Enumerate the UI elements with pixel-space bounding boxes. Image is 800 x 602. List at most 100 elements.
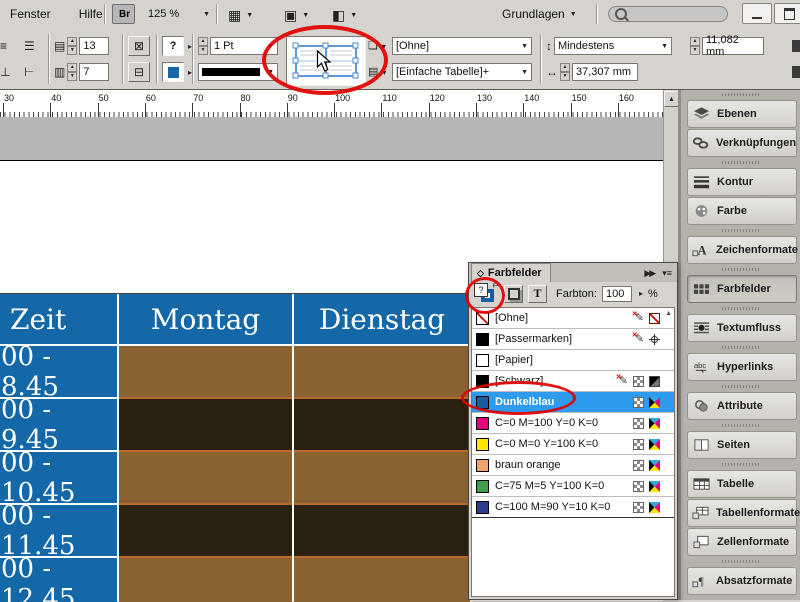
dock-item-farbfelder[interactable]: Farbfelder [687, 275, 797, 303]
dock-item-textumfluss[interactable]: Textumfluss [687, 314, 797, 342]
dock-item-absatzformate[interactable]: ¶Absatzformate [687, 567, 797, 595]
column-width-field[interactable]: 37,307 mm [572, 63, 638, 81]
scroll-up-button[interactable]: ▲ [664, 91, 679, 107]
bridge-button[interactable]: Br [112, 4, 135, 24]
panel-menu-icon[interactable]: ▾≡ [662, 268, 672, 279]
dock-item-label: Farbfelder [717, 283, 771, 295]
workspace-dropdown[interactable]: Grundlagen ▼ [502, 4, 577, 24]
dock-item-farbe[interactable]: Farbe [687, 197, 797, 225]
minimize-button[interactable] [742, 3, 772, 24]
stroke-color-button[interactable]: ? [162, 36, 184, 56]
fill-proxy-icon[interactable]: ? [474, 283, 488, 297]
stroke-type-dropdown[interactable]: ▼ [198, 63, 278, 81]
dock-item-label: Zeichenformate [716, 244, 798, 256]
table-style-dropdown[interactable]: [Einfache Tabelle]+ ▼ [392, 63, 532, 81]
color-mode-icon [633, 460, 644, 471]
column-width-stepper[interactable]: ▲▼ [560, 63, 570, 81]
timetable[interactable]: ZeitMontagDienstag00 - 8.4500 - 9.4500 -… [0, 293, 470, 602]
swatch-row-braunorange[interactable]: braun orange [472, 455, 674, 476]
tint-field[interactable]: 100 [602, 286, 632, 302]
panel-group-grip[interactable] [681, 158, 800, 167]
stroke-weight-stepper[interactable]: ▲▼ [198, 37, 208, 55]
dock-item-label: Verknüpfungen [716, 137, 796, 149]
zoom-level-value: 125 % [148, 8, 179, 20]
rows-count-field[interactable]: 13 [79, 37, 109, 55]
formatting-affects-container-button[interactable] [504, 285, 523, 303]
dock-item-tabelle[interactable]: Tabelle [687, 470, 797, 498]
dock-item-zellenformate[interactable]: Zellenformate [687, 528, 797, 556]
row-height-field[interactable]: 11,082 mm [702, 37, 764, 55]
valign-center-icon[interactable]: ☰ [24, 40, 35, 52]
rows-stepper[interactable]: ▲▼ [67, 37, 77, 55]
dock-item-tabellenformate[interactable]: Tabellenformate [687, 499, 797, 527]
panel-group-grip[interactable] [681, 460, 800, 469]
dock-item-kontur[interactable]: Kontur [687, 168, 797, 196]
swatch-row-dunkelblau[interactable]: Dunkelblau [472, 392, 674, 413]
dock-item-ebenen[interactable]: Ebenen [687, 100, 797, 128]
maximize-button[interactable] [774, 3, 800, 24]
screen-mode-dropdown[interactable]: ◧ ▼ [332, 5, 357, 25]
menu-item-fenster[interactable]: Fenster [10, 7, 51, 21]
collapse-to-icons-icon[interactable]: ▶▶ [644, 268, 654, 279]
swatch-row-c75m5y100k0[interactable]: C=75 M=5 Y=100 K=0 [472, 476, 674, 497]
schedule-cell [294, 558, 470, 602]
zoom-level-dropdown[interactable]: 125 % ▼ [148, 4, 210, 24]
row-height-mode-dropdown[interactable]: Mindestens ▼ [554, 37, 672, 55]
panel-group-grip[interactable] [681, 421, 800, 430]
swatch-name: Dunkelblau [495, 396, 554, 408]
panel-group-grip[interactable] [681, 343, 800, 352]
dock-item-attribute[interactable]: Attribute [687, 392, 797, 420]
panel-group-grip[interactable] [681, 304, 800, 313]
columns-stepper[interactable]: ▲▼ [67, 63, 77, 81]
swatch-row-passermarken[interactable]: [Passermarken]✎ [472, 329, 674, 350]
swatch-row-c0m100y0k0[interactable]: C=0 M=100 Y=0 K=0 [472, 413, 674, 434]
dock-item-verknüpfungen[interactable]: Verknüpfungen [687, 129, 797, 157]
valign-top-icon[interactable]: ≡ [0, 40, 7, 52]
pages-view-dropdown[interactable]: ▦ ▼ [228, 5, 253, 25]
panel-group-grip[interactable] [681, 265, 800, 274]
rotate-text-90-icon[interactable]: ⊢ [24, 66, 34, 78]
stroke-weight-dropdown[interactable]: 1 Pt ▼ [210, 37, 278, 55]
view-options-dropdown[interactable]: ▣ ▼ [284, 5, 309, 25]
swatch-row-c0m0y100k0[interactable]: C=0 M=0 Y=100 K=0 [472, 434, 674, 455]
panel-group-grip[interactable] [681, 557, 800, 566]
swatch-row-papier[interactable]: [Papier] [472, 350, 674, 371]
formatting-affects-text-button[interactable]: T [528, 285, 547, 303]
chevron-down-icon: ▼ [243, 12, 253, 19]
swatch-row-ohne[interactable]: [Ohne]✎ [472, 308, 674, 329]
cell-style-dropdown[interactable]: [Ohne] ▼ [392, 37, 532, 55]
columns-count-field[interactable]: 7 [79, 63, 109, 81]
swatch-row-schwarz[interactable]: [Schwarz]✎ [472, 371, 674, 392]
swatch-row-c100m90y10k0[interactable]: C=100 M=90 Y=10 K=0 [472, 497, 674, 518]
ruler-label: 160 [619, 93, 634, 103]
fill-stroke-proxy[interactable]: ? ⇄ [473, 283, 499, 305]
frame-view-icon: ▣ [284, 8, 297, 22]
split-cells-button[interactable]: ⊟ [128, 62, 150, 82]
schedule-cell [119, 452, 292, 505]
merge-cells-button[interactable]: ⊠ [128, 36, 150, 56]
list-scroll-up-icon[interactable]: ▲ [665, 310, 672, 317]
panel-group-grip[interactable] [681, 382, 800, 391]
cell-style-icon[interactable]: ❏ [368, 41, 378, 52]
dock-item-label: Tabellenformate [716, 507, 800, 519]
dock-item-label: Tabelle [717, 478, 754, 490]
rotate-text-icon[interactable]: ⊥ [0, 66, 10, 78]
cell-fill-color-button[interactable] [162, 62, 184, 82]
dock-item-hyperlinks[interactable]: abcHyperlinks [687, 353, 797, 381]
table-style-icon[interactable]: ▤ [368, 67, 378, 78]
swatch-chip [476, 480, 489, 493]
row-height-stepper[interactable]: ▲▼ [690, 37, 700, 55]
panel-collapse-icon[interactable]: ◇ [477, 268, 484, 279]
para-styles-icon: ¶ [692, 574, 709, 588]
search-input[interactable] [608, 6, 728, 22]
dock-item-zeichenformate[interactable]: AZeichenformate [687, 236, 797, 264]
menu-item-hilfe[interactable]: Hilfe [79, 7, 103, 21]
panel-group-grip[interactable] [681, 90, 800, 99]
dock-item-seiten[interactable]: Seiten [687, 431, 797, 459]
dock-item-label: Textumfluss [717, 322, 781, 334]
panel-group-grip[interactable] [681, 226, 800, 235]
tint-flyout-icon[interactable]: ▸ [639, 289, 643, 298]
tab-farbfelder[interactable]: ◇ Farbfelder [471, 263, 551, 282]
maximize-icon [784, 8, 795, 20]
swap-fill-stroke-icon[interactable]: ⇄ [492, 280, 499, 289]
